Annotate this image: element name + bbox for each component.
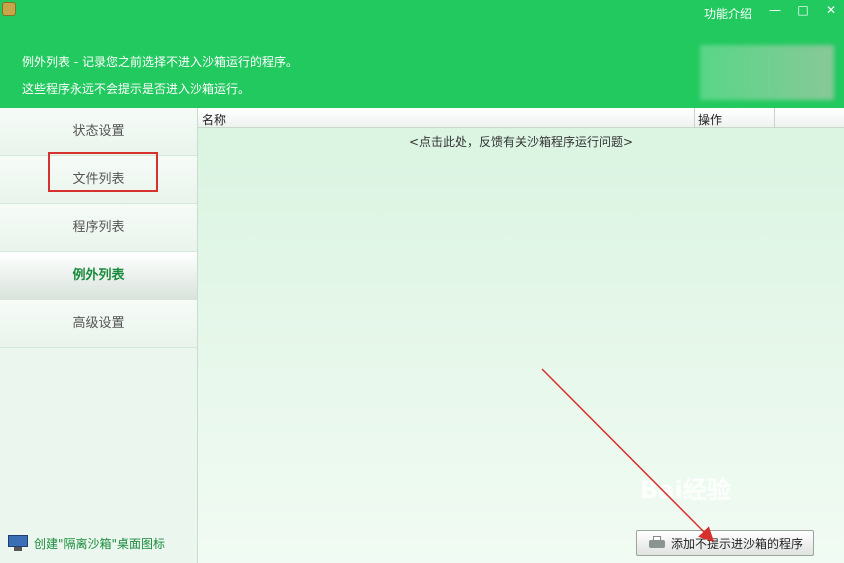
sidebar-item-file-list[interactable]: 文件列表 bbox=[0, 156, 197, 204]
sidebar-item-exception-list[interactable]: 例外列表 bbox=[0, 252, 197, 300]
column-divider[interactable] bbox=[694, 108, 695, 128]
minimize-button[interactable]: — bbox=[766, 2, 784, 18]
sidebar-item-status-settings[interactable]: 状态设置 bbox=[0, 108, 197, 156]
blurred-area bbox=[700, 45, 834, 100]
app-logo-icon bbox=[2, 2, 16, 16]
sidebar-item-program-list[interactable]: 程序列表 bbox=[0, 204, 197, 252]
column-header-name[interactable]: 名称 bbox=[202, 111, 226, 128]
create-desktop-shortcut-link[interactable]: 创建"隔离沙箱"桌面图标 bbox=[8, 531, 165, 555]
monitor-icon bbox=[8, 535, 28, 551]
page-description-line2: 这些程序永远不会提示是否进入沙箱运行。 bbox=[22, 82, 251, 96]
create-desktop-shortcut-label: 创建"隔离沙箱"桌面图标 bbox=[34, 536, 166, 551]
page-description-line1: 例外列表 - 记录您之前选择不进入沙箱运行的程序。 bbox=[22, 55, 298, 69]
column-header-action[interactable]: 操作 bbox=[698, 111, 722, 128]
sidebar: 状态设置 文件列表 程序列表 例外列表 高级设置 bbox=[0, 108, 198, 563]
watermark-logo: Bai经验 bbox=[640, 476, 731, 504]
add-program-icon bbox=[649, 536, 665, 550]
maximize-button[interactable]: □ bbox=[794, 2, 812, 18]
add-program-label: 添加不提示进沙箱的程序 bbox=[671, 536, 804, 551]
sidebar-item-advanced-settings[interactable]: 高级设置 bbox=[0, 300, 197, 348]
feedback-link[interactable]: <点击此处，反馈有关沙箱程序运行问题> bbox=[198, 129, 844, 155]
header-bar: 功能介绍 — □ ✕ 例外列表 - 记录您之前选择不进入沙箱运行的程序。 这些程… bbox=[0, 0, 844, 108]
column-divider[interactable] bbox=[774, 108, 775, 128]
close-button[interactable]: ✕ bbox=[822, 2, 840, 18]
add-program-button[interactable]: 添加不提示进沙箱的程序 bbox=[636, 530, 814, 556]
table-header: 名称 操作 bbox=[198, 108, 844, 128]
function-intro-link[interactable]: 功能介绍 bbox=[704, 5, 752, 22]
